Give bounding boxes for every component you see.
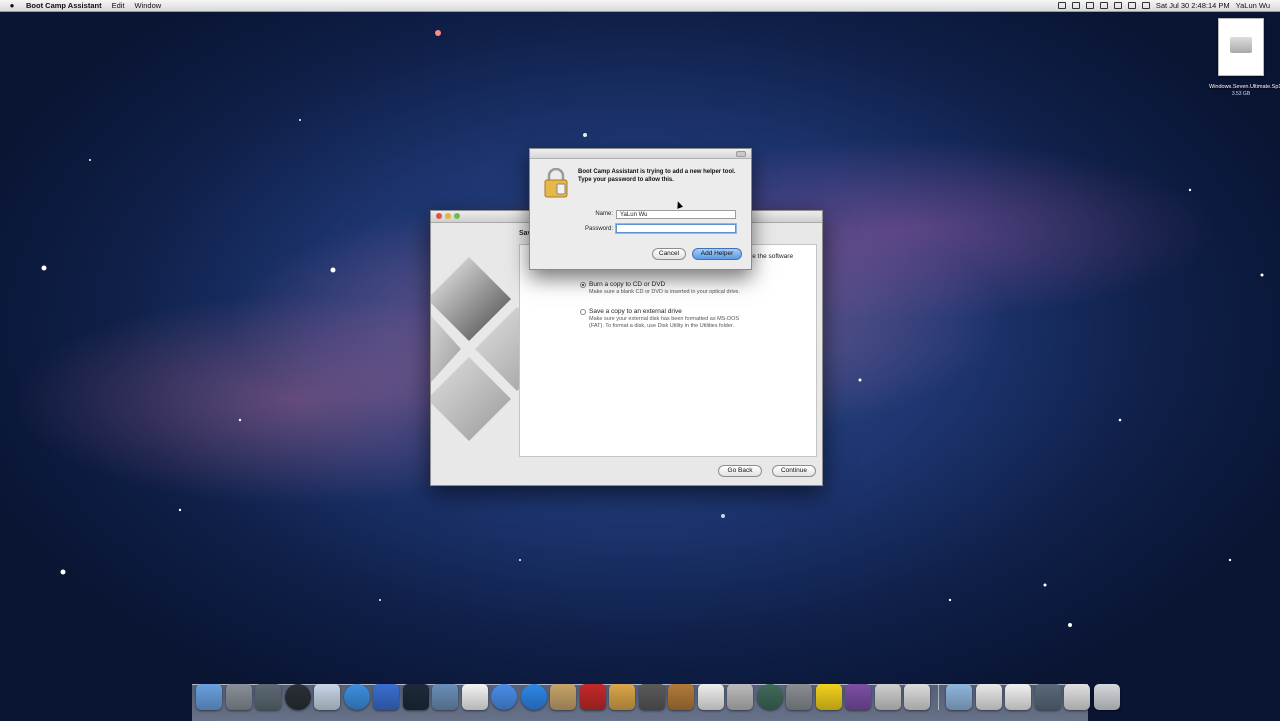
stack-icon[interactable] xyxy=(1005,684,1031,710)
downloads-folder-icon[interactable] xyxy=(946,684,972,710)
bluetooth-icon[interactable] xyxy=(1085,2,1094,9)
app-store-icon[interactable] xyxy=(520,684,547,710)
cancel-button[interactable]: Cancel xyxy=(652,248,686,260)
menu-window[interactable]: Window xyxy=(135,1,162,10)
trash-icon[interactable] xyxy=(1093,684,1120,710)
external-drive-radio[interactable] xyxy=(580,309,586,315)
pen-icon[interactable] xyxy=(727,684,753,710)
system-preferences-icon[interactable] xyxy=(786,684,812,710)
volume-icon[interactable] xyxy=(1127,2,1136,9)
disk-image-icon xyxy=(1218,18,1264,76)
mission-control-icon[interactable] xyxy=(255,684,281,710)
menu-edit[interactable]: Edit xyxy=(112,1,125,10)
clapper-icon[interactable] xyxy=(845,684,871,710)
document-icon[interactable] xyxy=(975,684,1002,710)
desktop-file-size: 3.53 GB xyxy=(1231,90,1251,97)
menu-bar: ● Boot Camp Assistant Edit Window Sat Ju… xyxy=(0,0,1280,12)
window-stack-icon[interactable] xyxy=(1064,684,1090,710)
printer-icon[interactable] xyxy=(874,684,901,710)
lock-icon xyxy=(544,168,568,198)
textedit-icon[interactable] xyxy=(697,684,724,710)
facetime-icon[interactable] xyxy=(373,684,399,710)
menu-clock[interactable]: Sat Jul 30 2:48:14 PM xyxy=(1156,1,1230,10)
password-field[interactable] xyxy=(616,224,736,233)
iphoto-icon[interactable] xyxy=(609,684,635,710)
auth-dialog: Boot Camp Assistant is trying to add a n… xyxy=(529,148,752,270)
external-drive-desc: Make sure your external disk has been fo… xyxy=(589,316,740,329)
external-drive-label: Save a copy to an external drive xyxy=(589,308,682,315)
screen-icon[interactable] xyxy=(1057,2,1066,9)
burn-cd-label: Burn a copy to CD or DVD xyxy=(589,281,666,288)
flag-icon[interactable] xyxy=(1141,2,1150,9)
time-machine-icon[interactable] xyxy=(756,684,783,710)
name-label: Name: xyxy=(595,211,613,217)
safari-icon[interactable] xyxy=(343,684,370,710)
burn-cd-desc: Make sure a blank CD or DVD is inserted … xyxy=(589,289,741,295)
garageband-icon[interactable] xyxy=(668,684,694,710)
desktop-file-name: Windows.Seven.Ultimate.Sp1.32bit...Ne8rA… xyxy=(1209,84,1280,90)
finder-icon[interactable] xyxy=(196,684,222,710)
minimize-icon[interactable] xyxy=(445,213,451,219)
burn-cd-radio[interactable] xyxy=(580,282,586,288)
desktop-iso-file[interactable]: Windows.Seven.Ultimate.Sp1.32bit...Ne8rA… xyxy=(1209,18,1280,97)
photo-booth-icon[interactable] xyxy=(402,684,429,710)
window-controls xyxy=(436,213,460,219)
ical-icon[interactable] xyxy=(461,684,488,710)
password-label: Password: xyxy=(584,226,613,232)
launchpad-icon[interactable] xyxy=(225,684,252,710)
apple-menu-icon[interactable]: ● xyxy=(6,1,18,10)
itunes-icon[interactable] xyxy=(491,684,517,710)
name-field[interactable]: YaLun Wu xyxy=(616,210,736,219)
auth-message: Boot Camp Assistant is trying to add a n… xyxy=(578,169,736,183)
wifi-icon[interactable] xyxy=(1113,2,1122,9)
description-text: ve the software xyxy=(749,253,794,260)
go-back-button[interactable]: Go Back xyxy=(718,465,762,477)
option-external-drive[interactable]: Save a copy to an external drive Make su… xyxy=(580,308,741,330)
auth-titlebar[interactable] xyxy=(530,149,751,159)
display-icon[interactable] xyxy=(1071,2,1080,9)
photo-icon[interactable] xyxy=(579,684,606,710)
dock-separator xyxy=(937,684,939,710)
address-book-icon[interactable] xyxy=(550,684,576,710)
zoom-icon[interactable] xyxy=(454,213,460,219)
screen-share-icon[interactable] xyxy=(1034,684,1061,710)
menu-extras: Sat Jul 30 2:48:14 PM YaLun Wu xyxy=(1057,0,1270,11)
dock-icons xyxy=(196,684,1120,710)
aim-icon[interactable] xyxy=(815,684,842,710)
preview-icon[interactable] xyxy=(432,684,458,710)
options-panel: Burn a copy to CD or DVD Make sure a bla… xyxy=(519,244,817,457)
close-icon[interactable] xyxy=(436,213,442,219)
dashboard-icon[interactable] xyxy=(284,684,311,710)
utility-icon[interactable] xyxy=(904,684,930,710)
imovie-icon[interactable] xyxy=(638,684,665,710)
toolbar-toggle-icon[interactable] xyxy=(736,151,746,157)
menu-app-name[interactable]: Boot Camp Assistant xyxy=(26,1,102,10)
option-burn-cd[interactable]: Burn a copy to CD or DVD Make sure a bla… xyxy=(580,281,741,296)
time-machine-icon[interactable] xyxy=(1099,2,1108,9)
menu-user[interactable]: YaLun Wu xyxy=(1236,1,1270,10)
add-helper-button[interactable]: Add Helper xyxy=(692,248,742,260)
continue-button[interactable]: Continue xyxy=(772,465,816,477)
mail-icon[interactable] xyxy=(314,684,340,710)
